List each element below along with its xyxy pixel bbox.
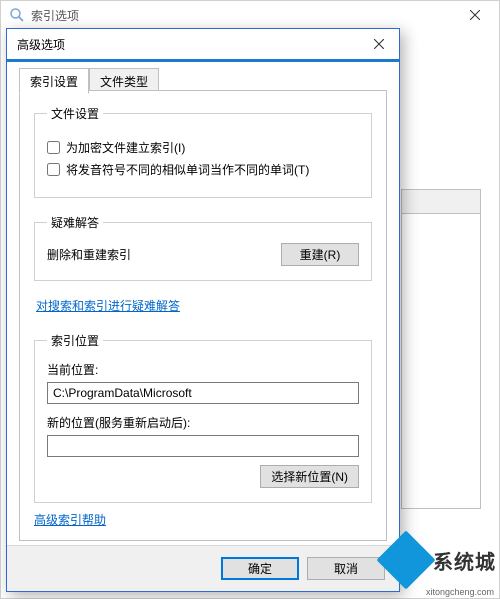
cancel-button[interactable]: 取消 <box>307 557 385 580</box>
new-location-label: 新的位置(服务重新启动后): <box>47 414 359 431</box>
file-settings-group: 文件设置 为加密文件建立索引(I) 将发音符号不同的相似单词当作不同的单词(T) <box>34 105 372 198</box>
dialog-close-button[interactable] <box>359 29 399 59</box>
troubleshoot-link[interactable]: 对搜索和索引进行疑难解答 <box>36 297 180 314</box>
ok-button[interactable]: 确定 <box>221 557 299 580</box>
parent-close-button[interactable] <box>453 1 497 29</box>
index-location-legend: 索引位置 <box>47 332 103 349</box>
parent-titlebar: 索引选项 <box>1 1 499 29</box>
index-location-group: 索引位置 当前位置: 新的位置(服务重新启动后): 选择新位置(N) <box>34 332 372 503</box>
diacritics-checkbox[interactable] <box>47 163 60 176</box>
parent-title-text: 索引选项 <box>31 7 79 24</box>
encrypt-checkbox-row[interactable]: 为加密文件建立索引(I) <box>47 139 359 156</box>
new-location-field[interactable] <box>47 435 359 457</box>
diacritics-label: 将发音符号不同的相似单词当作不同的单词(T) <box>66 161 309 178</box>
tab-index-settings[interactable]: 索引设置 <box>19 68 89 94</box>
advanced-options-dialog: 高级选项 索引设置文件类型 文件设置 为加密文件建立索引(I) 将发音符号不同的… <box>6 28 400 592</box>
current-location-field[interactable] <box>47 382 359 404</box>
parent-locations-list[interactable] <box>401 189 481 509</box>
encrypt-checkbox[interactable] <box>47 141 60 154</box>
encrypt-label: 为加密文件建立索引(I) <box>66 139 185 156</box>
dialog-header-strip <box>7 59 399 62</box>
dialog-footer: 确定 取消 <box>7 545 399 591</box>
troubleshoot-group: 疑难解答 删除和重建索引 重建(R) <box>34 214 372 281</box>
search-options-icon <box>9 7 25 23</box>
tab-strip: 索引设置文件类型 <box>19 67 387 91</box>
parent-list-header <box>402 190 480 214</box>
dialog-title-text: 高级选项 <box>17 36 65 53</box>
rebuild-label: 删除和重建索引 <box>47 246 131 263</box>
select-new-location-button[interactable]: 选择新位置(N) <box>260 465 359 488</box>
rebuild-row: 删除和重建索引 重建(R) <box>47 243 359 266</box>
tab-panel-index-settings: 文件设置 为加密文件建立索引(I) 将发音符号不同的相似单词当作不同的单词(T)… <box>19 90 387 541</box>
advanced-index-help-link[interactable]: 高级索引帮助 <box>34 511 106 528</box>
dialog-titlebar: 高级选项 <box>7 29 399 59</box>
rebuild-button[interactable]: 重建(R) <box>281 243 359 266</box>
current-location-label: 当前位置: <box>47 361 359 378</box>
diacritics-checkbox-row[interactable]: 将发音符号不同的相似单词当作不同的单词(T) <box>47 161 359 178</box>
file-settings-legend: 文件设置 <box>47 105 103 122</box>
troubleshoot-legend: 疑难解答 <box>47 214 103 231</box>
watermark-subtext: xitongcheng.com <box>426 587 494 597</box>
